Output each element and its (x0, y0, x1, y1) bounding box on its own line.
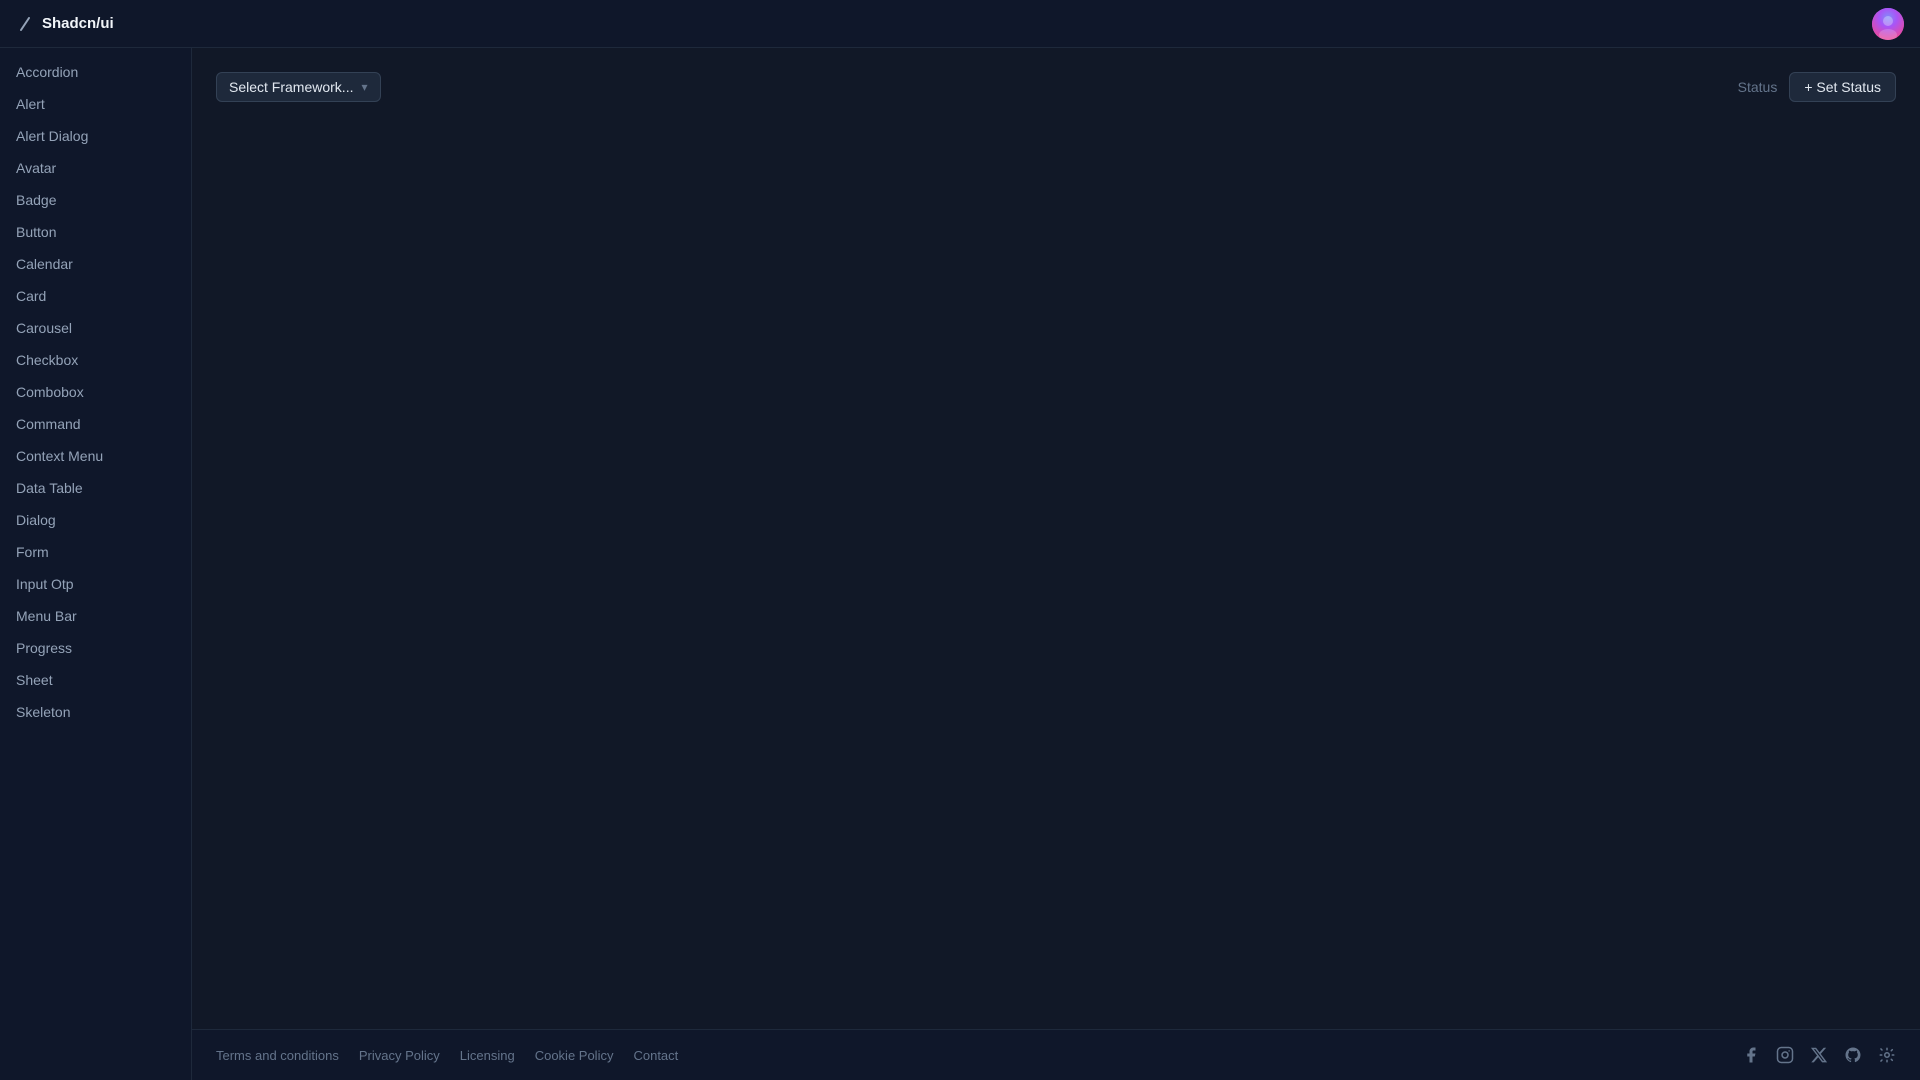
github-icon[interactable] (1844, 1046, 1862, 1064)
sidebar-item-context-menu[interactable]: Context Menu (0, 440, 191, 472)
set-status-label: + Set Status (1804, 79, 1881, 95)
sidebar-item-checkbox[interactable]: Checkbox (0, 344, 191, 376)
twitter-icon[interactable] (1810, 1046, 1828, 1064)
status-area: Status + Set Status (1738, 72, 1896, 102)
sidebar-item-alert-dialog[interactable]: Alert Dialog (0, 120, 191, 152)
user-avatar[interactable] (1872, 8, 1904, 40)
sidebar-item-calendar[interactable]: Calendar (0, 248, 191, 280)
sidebar-item-skeleton[interactable]: Skeleton (0, 696, 191, 728)
status-label: Status (1738, 79, 1778, 95)
slash-icon (16, 15, 34, 33)
brand-title: Shadcn/ui (42, 15, 114, 32)
footer-link-terms[interactable]: Terms and conditions (216, 1048, 339, 1063)
sidebar-item-combobox[interactable]: Combobox (0, 376, 191, 408)
sidebar-item-alert[interactable]: Alert (0, 88, 191, 120)
sidebar-item-input-otp[interactable]: Input Otp (0, 568, 191, 600)
sidebar-item-badge[interactable]: Badge (0, 184, 191, 216)
sidebar-item-command[interactable]: Command (0, 408, 191, 440)
footer-link-contact[interactable]: Contact (633, 1048, 678, 1063)
sidebar-item-button[interactable]: Button (0, 216, 191, 248)
select-framework-label: Select Framework... (229, 79, 353, 95)
content-area: Select Framework... ▾ Status + Set Statu… (192, 48, 1920, 1080)
sidebar-item-avatar[interactable]: Avatar (0, 152, 191, 184)
footer-links: Terms and conditions Privacy Policy Lice… (216, 1048, 678, 1063)
sidebar-item-form[interactable]: Form (0, 536, 191, 568)
sidebar-item-data-table[interactable]: Data Table (0, 472, 191, 504)
footer: Terms and conditions Privacy Policy Lice… (192, 1029, 1920, 1080)
sidebar-item-accordion[interactable]: Accordion (0, 56, 191, 88)
sidebar-item-menu-bar[interactable]: Menu Bar (0, 600, 191, 632)
sidebar-item-progress[interactable]: Progress (0, 632, 191, 664)
instagram-icon[interactable] (1776, 1046, 1794, 1064)
facebook-icon[interactable] (1742, 1046, 1760, 1064)
navbar: Shadcn/ui (0, 0, 1920, 48)
brand[interactable]: Shadcn/ui (16, 15, 114, 33)
toolbar-row: Select Framework... ▾ Status + Set Statu… (216, 72, 1896, 102)
sidebar-item-card[interactable]: Card (0, 280, 191, 312)
footer-link-cookie[interactable]: Cookie Policy (535, 1048, 614, 1063)
shadcn-icon[interactable] (1878, 1046, 1896, 1064)
main-layout: AccordionAlertAlert DialogAvatarBadgeBut… (0, 48, 1920, 1080)
footer-icons (1742, 1046, 1896, 1064)
footer-link-licensing[interactable]: Licensing (460, 1048, 515, 1063)
set-status-button[interactable]: + Set Status (1789, 72, 1896, 102)
chevron-down-icon: ▾ (361, 80, 367, 94)
sidebar: AccordionAlertAlert DialogAvatarBadgeBut… (0, 48, 192, 1080)
sidebar-item-sheet[interactable]: Sheet (0, 664, 191, 696)
content-main: Select Framework... ▾ Status + Set Statu… (192, 48, 1920, 1029)
footer-link-privacy[interactable]: Privacy Policy (359, 1048, 440, 1063)
select-framework-button[interactable]: Select Framework... ▾ (216, 72, 381, 102)
sidebar-item-dialog[interactable]: Dialog (0, 504, 191, 536)
sidebar-item-carousel[interactable]: Carousel (0, 312, 191, 344)
